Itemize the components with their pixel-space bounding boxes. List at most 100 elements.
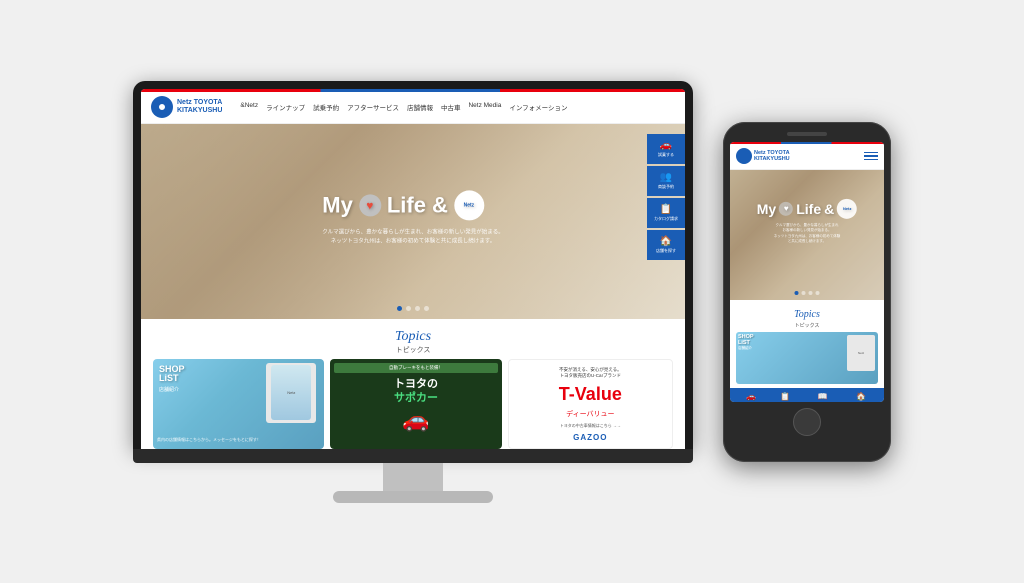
tvalue-logo-group: T-Value (559, 385, 622, 405)
nav-item-test[interactable]: 試乗予約 (313, 102, 339, 112)
phone-brand-text: Netz TOYOTA KITAKYUSHU (754, 150, 790, 162)
hero-heart: ♥ (359, 194, 381, 216)
hero-text-block: My ♥ Life & Netz クルマ選びから、豊かな暮らしが生まれ、お客様の… (322, 190, 503, 246)
phone-bottom-btn-test[interactable]: 🚗 試乗する (745, 392, 757, 402)
topics-cursive-title: Topics (395, 329, 431, 344)
phone-sign-label: Netz (858, 351, 864, 355)
shop-sub-text: 店舗紹介 (159, 386, 185, 393)
tvalue-bottom-text: トヨタの中古車情報はこちら →→ (560, 423, 621, 429)
hero-dot-3[interactable] (415, 306, 420, 311)
monitor-stand-neck (383, 463, 443, 491)
phone-dot-1[interactable] (795, 291, 799, 295)
phone-speaker (787, 132, 827, 136)
hero-dot-4[interactable] (424, 306, 429, 311)
sapo-highlight: サポカー (394, 392, 438, 404)
phone-bottom-bar: 🚗 試乗する 📋 商談予約 📖 カタログ請求 🏠 店舗を探す (730, 388, 884, 402)
side-btn-catalog-label: カタログ請求 (654, 216, 678, 222)
phone-heart: ♥ (779, 201, 793, 215)
side-btn-test[interactable]: 🚗 試乗する (647, 134, 685, 164)
nav-item-netz[interactable]: &Netz (240, 102, 258, 112)
shop-list-text: SHOPLiST 店舗紹介 (159, 365, 185, 394)
home-icon: 🏠 (660, 236, 672, 247)
people-icon: 👥 (660, 172, 672, 183)
topics-grid: SHOPLiST 店舗紹介 Netz 県内の店舗情報はこちらから。メッセージをも… (153, 359, 673, 449)
topics-title: Topics トピックス (153, 327, 673, 355)
hero-dot-2[interactable] (406, 306, 411, 311)
hero-netz-badge: Netz (454, 190, 484, 220)
nav-item-after[interactable]: アフターサービス (347, 102, 399, 112)
topic-card-shop[interactable]: SHOPLiST 店舗紹介 Netz 県内の店舗情報はこちらから。メッセージをも… (153, 359, 324, 449)
hero-dot-1[interactable] (397, 306, 402, 311)
phone-bottom-btn-consult[interactable]: 📋 商談予約 (779, 392, 791, 402)
desktop-hero: My ♥ Life & Netz クルマ選びから、豊かな暮らしが生まれ、お客様の… (141, 124, 685, 319)
gazoo-logo: GAZOO (573, 433, 607, 442)
phone-logo-circle (736, 148, 752, 164)
phone-topic-shop[interactable]: SHOPLiST 店舗紹介 Netz (736, 332, 878, 384)
hero-amp: & (432, 192, 448, 218)
nav-item-used[interactable]: 中古車 (441, 102, 461, 112)
phone-topics-cursive: Topics (794, 309, 820, 320)
phone-dot-4[interactable] (816, 291, 820, 295)
hero-subtitle: クルマ選びから、豊かな暮らしが生まれ、お客様の新しい発見が始まる。 ネッツトヨタ… (322, 228, 503, 246)
phone-home-icon: 🏠 (856, 392, 866, 401)
tvalue-top-text: 不安が消える、安心が見える。トヨタ販売店のU-Carブランド (555, 365, 626, 382)
desktop-monitor: Netz TOYOTA KITAKYUSHU &Netz ラインナップ 試乗予約… (133, 81, 693, 503)
nav-item-shop[interactable]: 店舗情報 (407, 102, 433, 112)
phone-home-button[interactable] (793, 408, 821, 436)
phone-my: My (757, 200, 776, 216)
clipboard-icon: 📋 (660, 204, 672, 215)
side-btn-store-label: 店舗を探す (656, 248, 676, 254)
sapo-banner: 自動ブレーキをもと装備！ (334, 363, 497, 373)
phone-dots (795, 291, 820, 295)
monitor-bezel: Netz TOYOTA KITAKYUSHU &Netz ラインナップ 試乗予約… (133, 81, 693, 449)
nav-item-lineup[interactable]: ラインナップ (266, 102, 305, 112)
side-buttons: 🚗 試乗する 👥 商談予約 📋 カタログ請求 🏠 (647, 134, 685, 260)
phone-bottom-btn-catalog[interactable]: 📖 カタログ請求 (814, 392, 832, 402)
phone-hamburger-menu[interactable] (864, 152, 878, 161)
nav-item-media[interactable]: Netz Media (468, 102, 501, 112)
hero-headline: My ♥ Life & Netz (322, 190, 503, 220)
desktop-nav: Netz TOYOTA KITAKYUSHU &Netz ラインナップ 試乗予約… (141, 92, 685, 124)
hero-my: My (322, 192, 353, 218)
phone-logo: Netz TOYOTA KITAKYUSHU (736, 148, 790, 164)
side-btn-store[interactable]: 🏠 店舗を探す (647, 230, 685, 260)
shop-jp-text: 県内の店舗情報はこちらから。メッセージをもとに探す！ (157, 437, 261, 443)
shop-sign-image: Netz (266, 363, 316, 423)
logo-circle (151, 96, 173, 118)
hamburger-line-3 (864, 159, 878, 161)
hamburger-line-1 (864, 152, 878, 154)
sapo-main-text: トヨタのサポカー (394, 377, 438, 406)
phone-shop-sign: Netz (847, 335, 875, 371)
mobile-phone: Netz TOYOTA KITAKYUSHU (723, 122, 891, 462)
side-btn-consult[interactable]: 👥 商談予約 (647, 166, 685, 196)
phone-dot-2[interactable] (802, 291, 806, 295)
topic-card-tvalue[interactable]: 不安が消える、安心が見える。トヨタ販売店のU-Carブランド T-Value デ… (508, 359, 673, 449)
monitor-stand-base (333, 491, 493, 503)
phone-screen: Netz TOYOTA KITAKYUSHU (730, 142, 884, 402)
side-btn-test-label: 試乗する (658, 152, 674, 158)
scene: Netz TOYOTA KITAKYUSHU &Netz ラインナップ 試乗予約… (0, 0, 1024, 583)
phone-topics-grid: SHOPLiST 店舗紹介 Netz (736, 332, 878, 384)
topics-section: Topics トピックス SHOPLiST 店舗紹介 (141, 319, 685, 449)
nav-item-info[interactable]: インフォメーション (509, 102, 567, 112)
phone-hero: My ♥ Life & Netz クルマ選びから、豊かな暮らしが生まれ お客様の… (730, 170, 884, 300)
phone-hero-subtitle: クルマ選びから、豊かな暮らしが生まれ お客様の新しい発見が始まる。 ネッツトヨタ… (757, 222, 857, 244)
phone-topics: Topics トピックス SHOPLiST 店舗紹介 Netz (730, 300, 884, 388)
tvalue-main-logo: T-Value (559, 384, 622, 404)
phone-dot-3[interactable] (809, 291, 813, 295)
phone-netz-badge: Netz (837, 198, 857, 218)
shop-text-big: SHOPLiST (159, 365, 185, 385)
hero-life: Life (387, 192, 426, 218)
brand-text: Netz TOYOTA KITAKYUSHU (177, 99, 222, 114)
topic-card-sapo[interactable]: 自動ブレーキをもと装備！ トヨタのサポカー 🚗 (330, 359, 501, 449)
shop-sign-label: Netz (287, 390, 295, 395)
side-btn-catalog[interactable]: 📋 カタログ請求 (647, 198, 685, 228)
phone-life: Life (796, 200, 821, 216)
phone-bottom-btn-store[interactable]: 🏠 店舗を探す (854, 392, 869, 402)
phone-consult-icon: 📋 (780, 392, 790, 401)
nav-logo: Netz TOYOTA KITAKYUSHU (151, 96, 222, 118)
monitor-stand-top (133, 449, 693, 463)
tvalue-logo-container: T-Value (559, 385, 622, 405)
logo-inner (157, 102, 167, 112)
phone-catalog-icon: 📖 (818, 392, 828, 401)
